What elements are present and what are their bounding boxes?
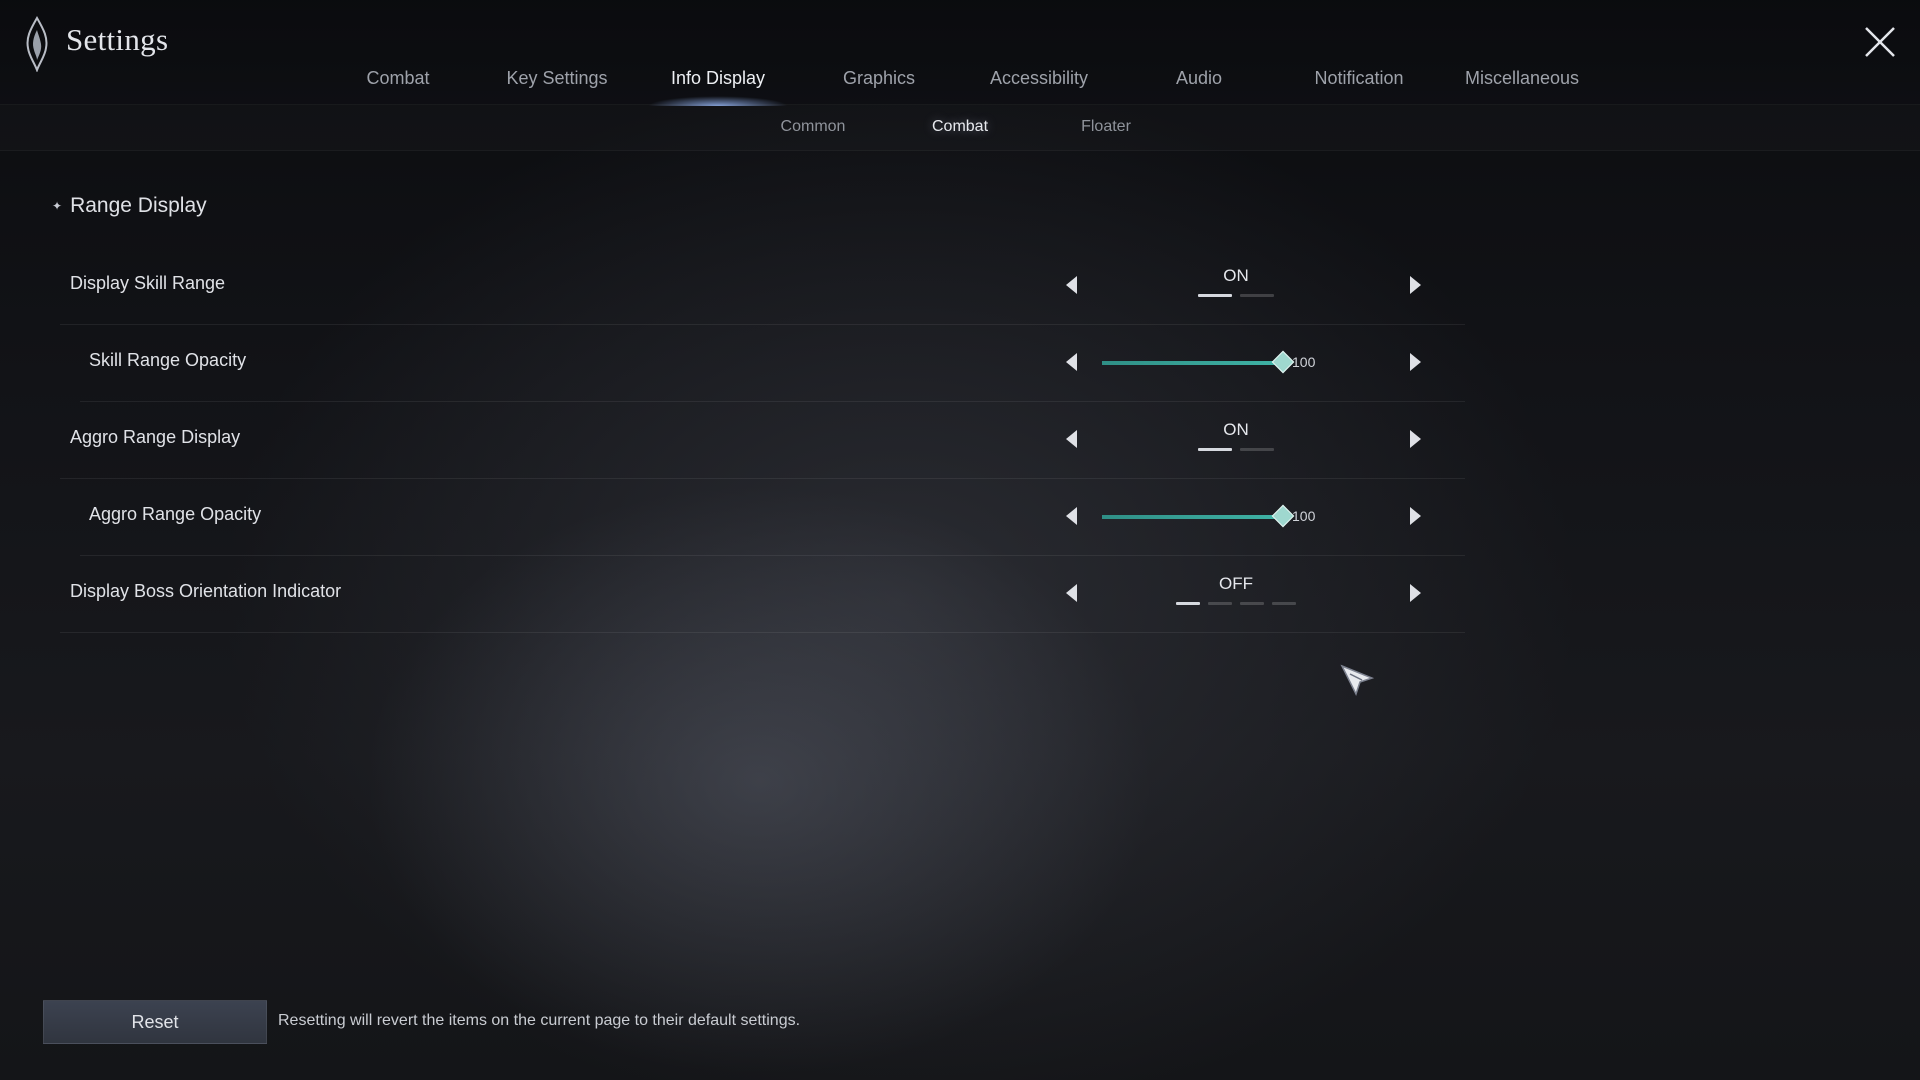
- setting-row-display-skill-range: Display Skill Range ON: [60, 248, 1465, 325]
- slider-thumb[interactable]: [1271, 504, 1295, 528]
- close-icon[interactable]: [1860, 22, 1900, 62]
- opacity-slider[interactable]: [1102, 504, 1295, 528]
- chevron-right-icon[interactable]: [1402, 503, 1428, 529]
- chevron-right-icon[interactable]: [1402, 580, 1428, 606]
- option-pip: [1208, 602, 1232, 605]
- setting-value: ON: [1223, 266, 1249, 285]
- opacity-slider[interactable]: [1102, 350, 1295, 374]
- setting-label: Skill Range Opacity: [89, 350, 247, 370]
- setting-row-display-boss-orientation-indicator: Display Boss Orientation Indicator OFF: [60, 556, 1465, 633]
- chevron-left-icon[interactable]: [1059, 503, 1085, 529]
- slider-thumb[interactable]: [1271, 350, 1295, 374]
- tab-graphics[interactable]: Graphics: [843, 68, 915, 89]
- reset-button[interactable]: Reset: [43, 1000, 267, 1044]
- setting-row-skill-range-opacity: Skill Range Opacity 100: [80, 325, 1465, 402]
- chevron-left-icon[interactable]: [1059, 426, 1085, 452]
- section-heading: ✦ Range Display: [52, 194, 207, 218]
- chevron-left-icon[interactable]: [1059, 580, 1085, 606]
- reset-description: Resetting will revert the items on the c…: [278, 1012, 801, 1029]
- tab-info-display[interactable]: Info Display: [671, 68, 765, 89]
- settings-list: Display Skill Range ON Skill Range Opaci…: [60, 248, 1465, 633]
- chevron-left-icon[interactable]: [1059, 272, 1085, 298]
- setting-label: Aggro Range Opacity: [89, 504, 262, 524]
- option-indicator: [1176, 448, 1296, 451]
- diamond-bullet-icon: ✦: [52, 199, 63, 213]
- subtab-common[interactable]: Common: [781, 118, 846, 136]
- tab-combat[interactable]: Combat: [366, 68, 429, 89]
- setting-row-aggro-range-display: Aggro Range Display ON: [60, 402, 1465, 479]
- mouse-pointer-icon: [1340, 664, 1375, 696]
- subtab-floater[interactable]: Floater: [1081, 118, 1131, 136]
- slider-fill: [1102, 515, 1282, 519]
- setting-label: Aggro Range Display: [70, 427, 241, 447]
- sub-tab-bar: Common Combat Floater: [0, 105, 1920, 151]
- page-title: Settings: [66, 22, 169, 57]
- tab-notification[interactable]: Notification: [1314, 68, 1403, 89]
- chevron-right-icon[interactable]: [1402, 272, 1428, 298]
- option-pip: [1198, 294, 1232, 297]
- option-indicator: [1176, 602, 1296, 605]
- slider-fill: [1102, 361, 1282, 365]
- option-pip: [1240, 448, 1274, 451]
- option-pip: [1272, 602, 1296, 605]
- option-pip: [1240, 602, 1264, 605]
- option-pip: [1198, 448, 1232, 451]
- setting-value: ON: [1223, 420, 1249, 439]
- tab-key-settings[interactable]: Key Settings: [506, 68, 607, 89]
- subtab-combat[interactable]: Combat: [932, 118, 988, 136]
- setting-value: OFF: [1219, 574, 1253, 593]
- setting-label: Display Skill Range: [70, 273, 226, 293]
- option-pip: [1176, 602, 1200, 605]
- setting-row-aggro-range-opacity: Aggro Range Opacity 100: [80, 479, 1465, 556]
- chevron-right-icon[interactable]: [1402, 349, 1428, 375]
- chevron-right-icon[interactable]: [1402, 426, 1428, 452]
- tab-miscellaneous[interactable]: Miscellaneous: [1465, 68, 1579, 89]
- option-pip: [1240, 294, 1274, 297]
- main-tab-bar: Combat Key Settings Info Display Graphic…: [0, 62, 1920, 104]
- tab-accessibility[interactable]: Accessibility: [990, 68, 1088, 89]
- option-indicator: [1176, 294, 1296, 297]
- slider-value: 100: [1292, 354, 1316, 370]
- setting-label: Display Boss Orientation Indicator: [70, 581, 342, 601]
- tab-audio[interactable]: Audio: [1176, 68, 1222, 89]
- section-title: Range Display: [70, 194, 207, 217]
- slider-value: 100: [1292, 508, 1316, 524]
- chevron-left-icon[interactable]: [1059, 349, 1085, 375]
